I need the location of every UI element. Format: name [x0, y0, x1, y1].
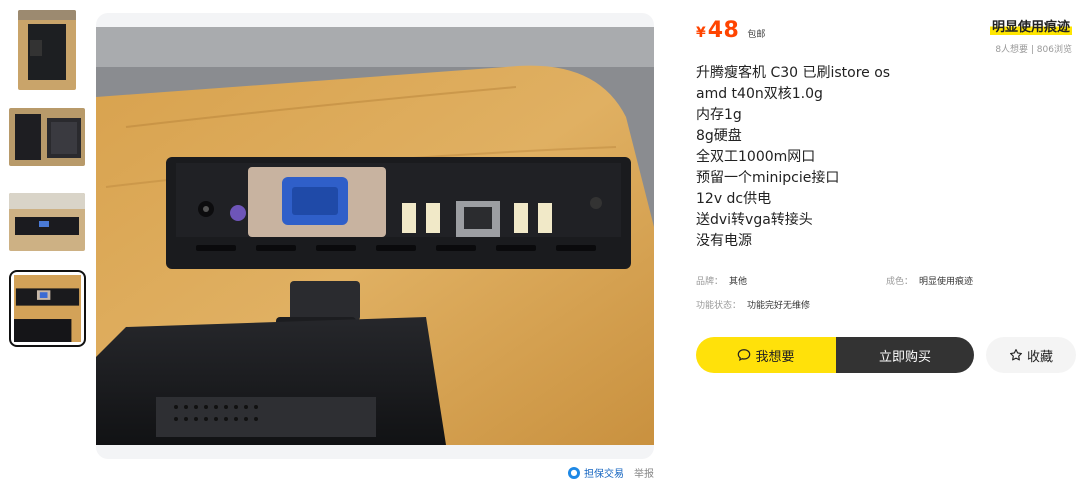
- main-image-container: [96, 13, 654, 459]
- attr-brand-label: 品牌：: [696, 276, 724, 287]
- description-line: 内存1g: [696, 107, 742, 123]
- attr-condition: 成色： 明显使用痕迹: [886, 274, 1076, 287]
- shipping-badge: 包邮: [747, 30, 766, 40]
- attr-function-label: 功能状态：: [696, 300, 742, 311]
- guarantee-label: 担保交易: [584, 469, 624, 480]
- image-footer-links: ● 担保交易 举报: [568, 465, 654, 480]
- description-line: amd t40n双核1.0g: [696, 86, 823, 102]
- description-line: 预留一个minipcie接口: [696, 170, 840, 186]
- description-line: 8g硬盘: [696, 128, 742, 144]
- condition-tag: 明显使用痕迹: [989, 16, 1072, 35]
- attr-function: 功能状态： 功能完好无维修: [696, 298, 901, 311]
- description-line: 全双工1000m网口: [696, 149, 816, 165]
- description-line: 没有电源: [696, 233, 752, 249]
- description-line: 送dvi转vga转接头: [696, 212, 813, 228]
- thumbnail-2[interactable]: [9, 108, 85, 166]
- shield-user-icon: ●: [568, 466, 580, 479]
- attr-condition-label: 成色：: [886, 276, 914, 287]
- want-label: 我想要: [755, 349, 795, 365]
- main-product-image[interactable]: [96, 27, 654, 445]
- report-link[interactable]: 举报: [634, 465, 654, 480]
- price-symbol: ¥: [696, 25, 706, 41]
- want-button[interactable]: 我想要: [696, 337, 836, 373]
- product-description: 升腾瘦客机 C30 已刷istore os amd t40n双核1.0g 内存1…: [696, 63, 1076, 252]
- favorite-label: 收藏: [1026, 349, 1053, 365]
- attr-brand: 品牌： 其他: [696, 274, 886, 287]
- favorite-button[interactable]: 收藏: [986, 337, 1076, 373]
- attr-brand-value: 其他: [729, 276, 748, 287]
- description-line: 12v dc供电: [696, 191, 772, 207]
- chat-bubble-icon: [737, 348, 751, 362]
- attr-condition-value: 明显使用痕迹: [919, 276, 974, 287]
- product-info: ¥ 48 包邮 明显使用痕迹 8人想要 | 806浏览 升腾瘦客机 C30 已刷…: [696, 16, 1076, 316]
- want-view-stats: 8人想要 | 806浏览: [995, 45, 1072, 55]
- thumbnail-1[interactable]: [18, 10, 76, 90]
- product-page: ● 担保交易 举报 ¥ 48 包邮 明显使用痕迹 8人想要 | 806浏览 升腾…: [0, 0, 1080, 494]
- buy-now-button[interactable]: 立即购买: [836, 337, 974, 373]
- guarantee-link[interactable]: ● 担保交易: [568, 465, 624, 480]
- price-value: 48: [707, 18, 740, 43]
- thumbnail-3[interactable]: [9, 193, 85, 251]
- action-buttons: 我想要 立即购买 收藏: [696, 337, 1076, 373]
- attr-function-value: 功能完好无维修: [747, 300, 811, 311]
- product-attributes: 品牌： 其他 成色： 明显使用痕迹 功能状态： 功能完好无维修: [696, 268, 1076, 316]
- description-line: 升腾瘦客机 C30 已刷istore os: [696, 65, 891, 81]
- buy-label: 立即购买: [878, 349, 931, 365]
- star-icon: [1009, 348, 1023, 362]
- thumbnail-4-selected[interactable]: [9, 270, 86, 347]
